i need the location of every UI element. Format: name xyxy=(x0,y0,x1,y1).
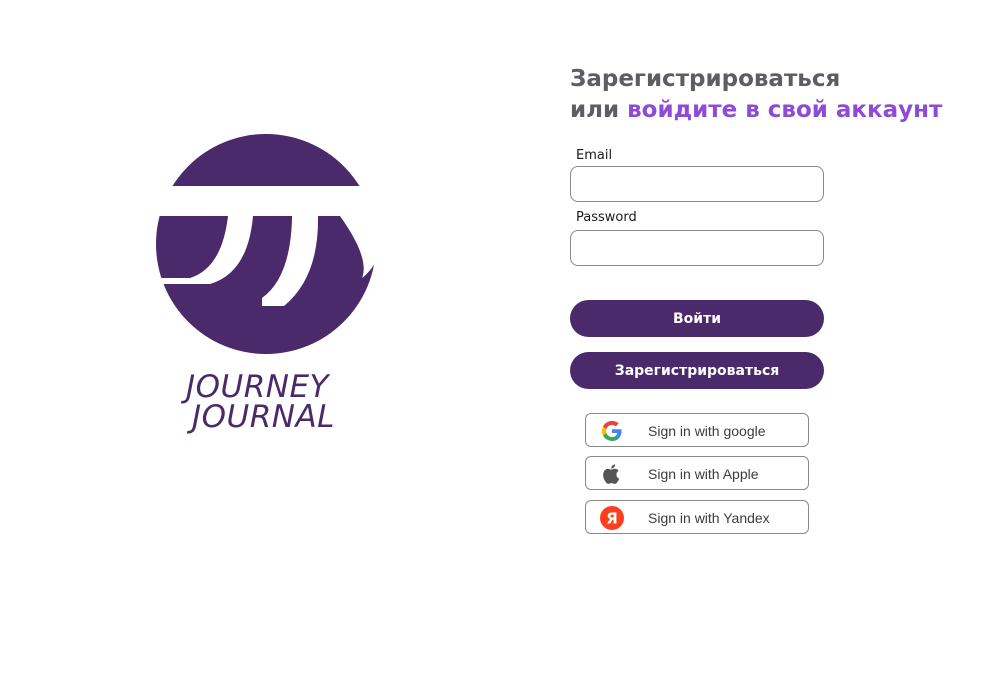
login-page: JOURNEY JOURNAL Зарегистрироваться или в… xyxy=(0,0,1006,698)
google-icon xyxy=(601,420,622,442)
email-field[interactable] xyxy=(570,166,824,202)
page-title: Зарегистрироваться или войдите в свой ак… xyxy=(570,64,942,126)
email-label: Email xyxy=(576,148,613,163)
svg-text:Я: Я xyxy=(606,510,618,528)
register-button[interactable]: Зарегистрироваться xyxy=(570,352,824,389)
password-field[interactable] xyxy=(570,230,824,266)
apple-signin-label: Sign in with Apple xyxy=(648,466,759,482)
password-label: Password xyxy=(576,210,637,225)
login-link[interactable]: войдите в свой аккаунт xyxy=(627,97,942,123)
logo-line-2: JOURNAL xyxy=(192,399,335,435)
yandex-signin-button[interactable]: Я Sign in with Yandex xyxy=(585,500,809,534)
title-prefix: или xyxy=(570,97,628,123)
apple-icon xyxy=(603,464,620,484)
logo-wordmark: JOURNEY JOURNAL xyxy=(186,372,335,435)
yandex-signin-label: Sign in with Yandex xyxy=(648,510,770,526)
title-line-2: или войдите в свой аккаунт xyxy=(570,95,942,126)
title-line-1: Зарегистрироваться xyxy=(570,66,841,92)
login-button[interactable]: Войти xyxy=(570,300,824,337)
apple-signin-button[interactable]: Sign in with Apple xyxy=(585,456,809,490)
google-signin-label: Sign in with google xyxy=(648,423,766,439)
yandex-icon: Я xyxy=(600,506,624,530)
google-signin-button[interactable]: Sign in with google xyxy=(585,413,809,447)
journey-journal-logo-icon xyxy=(150,134,382,354)
